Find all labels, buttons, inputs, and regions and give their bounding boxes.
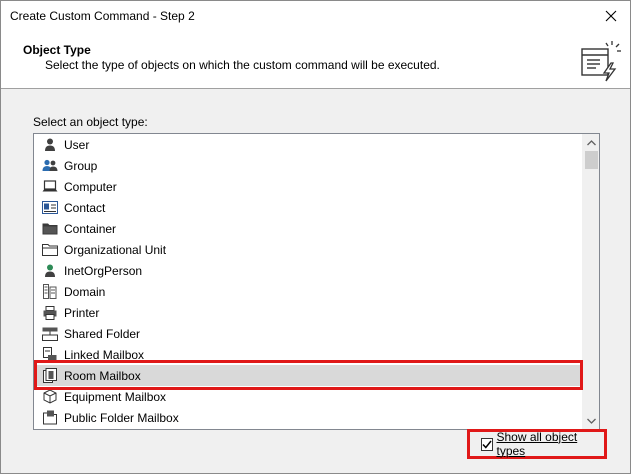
vertical-scrollbar[interactable] [582,134,599,429]
list-item-group[interactable]: Group [36,155,582,176]
title-bar: Create Custom Command - Step 2 [1,1,630,31]
scrollbar-thumb[interactable] [585,151,598,169]
page-description: Select the type of objects on which the … [45,58,440,72]
object-type-list: User Group Computer Contact Container Or… [34,134,582,429]
room-mailbox-icon [42,368,58,384]
show-all-object-types-label: Show all object types [496,430,578,458]
custom-command-wizard-icon [581,41,621,82]
list-item-public-folder-mailbox[interactable]: Public Folder Mailbox [36,407,582,428]
checkmark-icon [482,440,492,449]
inetorgperson-icon [42,263,58,279]
public-folder-mailbox-icon [42,410,58,426]
list-item-label: Public Folder Mailbox [64,410,179,425]
list-item-label: Domain [64,284,106,299]
list-item-shared-folder[interactable]: Shared Folder [36,323,582,344]
computer-icon [42,179,58,195]
list-item-inetorgperson[interactable]: InetOrgPerson [36,260,582,281]
group-icon [42,158,58,174]
list-item-label: Computer [64,179,117,194]
page-title: Object Type [23,43,91,57]
list-item-room-mailbox[interactable]: Room Mailbox [36,365,582,386]
list-item-computer[interactable]: Computer [36,176,582,197]
window-title: Create Custom Command - Step 2 [10,9,195,23]
chevron-down-icon [587,418,596,424]
user-icon [42,137,58,153]
ou-folder-icon [42,242,58,258]
list-item-label: Organizational Unit [64,242,167,257]
domain-icon [42,284,58,300]
printer-icon [42,305,58,321]
list-item-equipment-mailbox[interactable]: Equipment Mailbox [36,386,582,407]
close-icon [605,10,617,22]
equipment-mailbox-icon [42,389,58,405]
list-item-label: Linked Mailbox [64,347,145,362]
scroll-down-button[interactable] [583,412,599,429]
shared-folder-icon [42,326,58,342]
contact-icon [42,200,58,216]
folder-icon [42,221,58,237]
list-item-label: Contact [64,200,106,215]
list-item-linked-mailbox[interactable]: Linked Mailbox [36,344,582,365]
list-item-label: Shared Folder [64,326,141,341]
object-type-label: Select an object type: [33,115,148,129]
scroll-up-button[interactable] [583,134,599,151]
list-item-label: Printer [64,305,100,320]
list-item-label: Room Mailbox [64,368,141,383]
list-item-label: Equipment Mailbox [64,389,167,404]
checkbox-box[interactable] [481,437,494,451]
close-button[interactable] [594,2,628,30]
list-item-label: User [64,137,90,152]
wizard-body: Select an object type: User Group Comput… [1,90,630,473]
list-item-organizational-unit[interactable]: Organizational Unit [36,239,582,260]
list-item-container[interactable]: Container [36,218,582,239]
wizard-header: Object Type Select the type of objects o… [1,31,630,89]
chevron-up-icon [587,139,596,145]
list-item-label: InetOrgPerson [64,263,143,278]
list-item-label: Group [64,158,98,173]
dialog-window: Create Custom Command - Step 2 Object Ty… [0,0,631,474]
show-all-object-types-checkbox[interactable]: Show all object types [467,429,607,459]
list-item-printer[interactable]: Printer [36,302,582,323]
list-item-label: Container [64,221,117,236]
list-item-user[interactable]: User [36,134,582,155]
list-item-contact[interactable]: Contact [36,197,582,218]
object-type-listbox[interactable]: User Group Computer Contact Container Or… [33,133,600,430]
linked-mailbox-icon [42,347,58,363]
list-item-domain[interactable]: Domain [36,281,582,302]
